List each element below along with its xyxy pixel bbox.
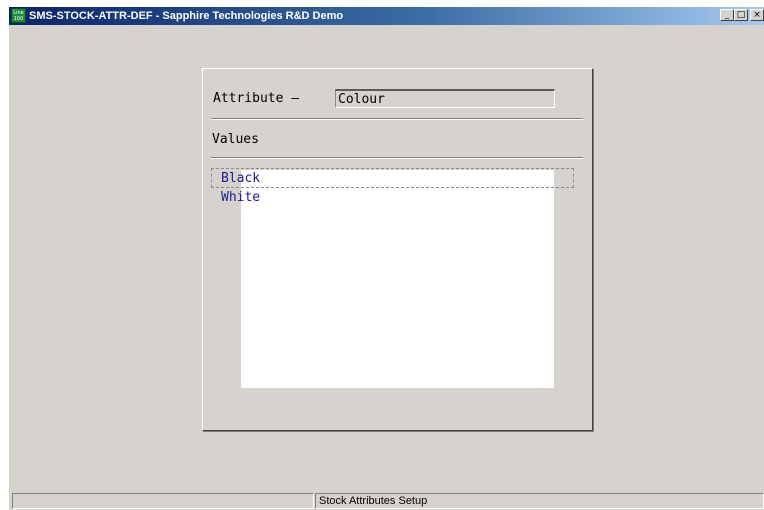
app-icon[interactable]: Line 100 <box>11 8 26 23</box>
app-window: Line 100 SMS-STOCK-ATTR-DEF - Sapphire T… <box>9 7 764 510</box>
value-item-black[interactable]: Black <box>221 171 260 187</box>
attribute-panel: Attribute — Colour Values Black White <box>202 68 593 431</box>
value-item-white[interactable]: White <box>221 190 260 206</box>
maximize-button[interactable]: □ <box>734 9 748 21</box>
window-title: SMS-STOCK-ATTR-DEF - Sapphire Technologi… <box>29 10 344 22</box>
status-bar: Stock Attributes Setup <box>9 491 764 510</box>
attribute-field[interactable]: Colour <box>335 89 555 108</box>
minimize-button[interactable]: _ <box>720 9 734 21</box>
values-list[interactable] <box>241 170 554 388</box>
divider <box>211 118 583 120</box>
title-bar[interactable]: Line 100 SMS-STOCK-ATTR-DEF - Sapphire T… <box>9 7 764 25</box>
close-button[interactable]: × <box>750 9 764 21</box>
status-pane-center: Stock Attributes Setup <box>315 493 764 509</box>
attribute-label: Attribute — <box>213 91 300 106</box>
focused-row-outline <box>211 168 574 188</box>
divider <box>211 157 583 159</box>
values-label: Values <box>212 132 259 147</box>
status-pane-left <box>12 493 314 509</box>
